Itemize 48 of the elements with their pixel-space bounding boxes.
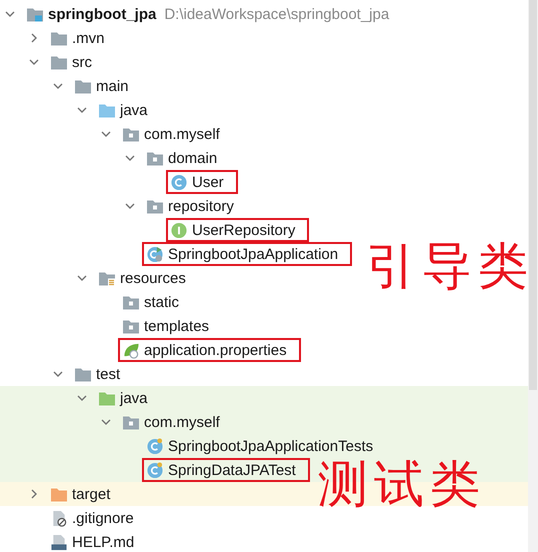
project-folder-icon	[26, 6, 44, 22]
tree-item[interactable]: .gitignore	[46, 506, 148, 530]
package-folder-icon	[122, 414, 140, 430]
leaf-icon	[122, 342, 140, 358]
folder-icon	[50, 486, 68, 502]
interface-icon	[170, 222, 188, 238]
package-folder-icon	[146, 198, 164, 214]
tree-item[interactable]: static	[118, 290, 194, 314]
package-folder-icon	[122, 126, 140, 142]
scrollbar[interactable]	[528, 0, 538, 552]
folder-icon	[74, 366, 92, 382]
markdown-file-icon	[50, 534, 68, 550]
resources-folder-icon	[98, 270, 116, 286]
tree-item[interactable]: com.myself	[118, 410, 234, 434]
class-icon	[170, 174, 188, 190]
tree-item[interactable]: templates	[118, 314, 224, 338]
folder-icon	[74, 78, 92, 94]
spring-class-icon	[146, 246, 164, 262]
package-folder-icon	[122, 318, 140, 334]
tree-item[interactable]: target	[46, 482, 124, 506]
tree-item[interactable]: java	[94, 386, 162, 410]
scrollbar-thumb[interactable]	[529, 0, 537, 390]
tree-item[interactable]: springboot_jpa D:\ideaWorkspace\springboot_jpa	[22, 2, 404, 26]
folder-icon	[98, 102, 116, 118]
tree-item[interactable]: repository	[142, 194, 248, 218]
tree-item[interactable]: src	[46, 50, 106, 74]
tree-item[interactable]: main	[70, 74, 143, 98]
package-folder-icon	[122, 294, 140, 310]
tree-item[interactable]: HELP.md	[46, 530, 148, 552]
tree-item[interactable]: test	[70, 362, 134, 386]
folder-icon	[98, 390, 116, 406]
test-class-icon	[146, 462, 164, 478]
package-folder-icon	[146, 150, 164, 166]
handwritten-note: 引导类	[366, 236, 534, 296]
tree-item[interactable]: SpringbootJpaApplication	[142, 242, 352, 266]
tree-item[interactable]: java	[94, 98, 162, 122]
folder-icon	[50, 54, 68, 70]
tree-item[interactable]: .mvn	[46, 26, 119, 50]
project-path: D:\ideaWorkspace\springboot_jpa	[164, 6, 390, 22]
tree-item[interactable]: domain	[142, 146, 232, 170]
tree-item[interactable]: SpringDataJPATest	[142, 458, 310, 482]
tree-item[interactable]: resources	[94, 266, 200, 290]
folder-icon	[50, 30, 68, 46]
tree-item[interactable]: User	[166, 170, 238, 194]
tree-item[interactable]: com.myself	[118, 122, 234, 146]
tree-item[interactable]: application.properties	[118, 338, 301, 362]
tree-item[interactable]: UserRepository	[166, 218, 310, 242]
test-class-icon	[146, 438, 164, 454]
